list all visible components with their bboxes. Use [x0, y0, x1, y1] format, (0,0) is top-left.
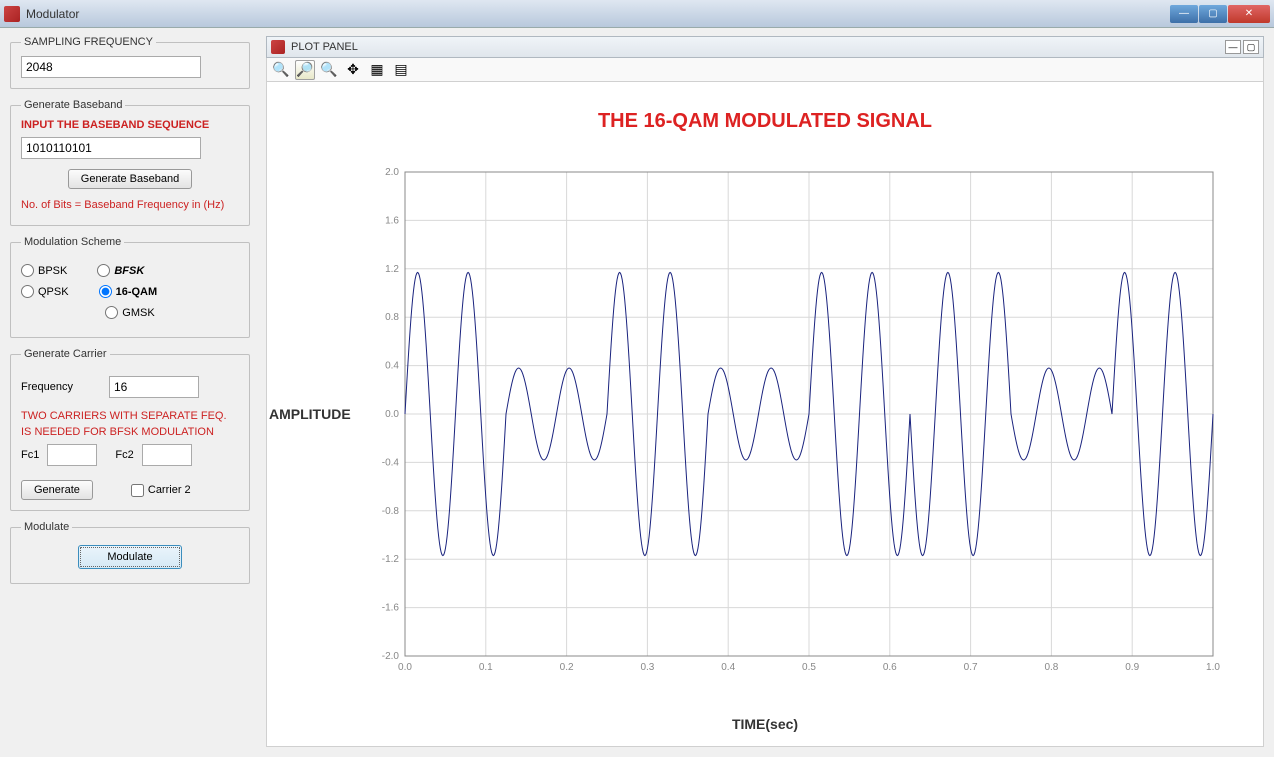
svg-text:0.4: 0.4 [385, 361, 399, 372]
svg-text:2.0: 2.0 [385, 167, 399, 178]
svg-text:0.0: 0.0 [385, 409, 399, 420]
fc1-label: Fc1 [21, 449, 39, 461]
svg-text:0.3: 0.3 [640, 662, 654, 673]
cursor-icon[interactable]: ▦ [367, 60, 387, 80]
svg-text:0.0: 0.0 [398, 662, 412, 673]
pan-icon[interactable]: ✥ [343, 60, 363, 80]
fc1-input[interactable] [47, 444, 97, 466]
radio-gmsk-input[interactable] [105, 306, 118, 319]
carrier-note-1: TWO CARRIERS WITH SEPARATE FEQ. [21, 410, 239, 422]
baseband-sequence-input[interactable] [21, 137, 201, 159]
window-controls: — ▢ ✕ [1170, 5, 1270, 23]
plot-window-titlebar: PLOT PANEL — ▢ [266, 36, 1264, 58]
radio-bpsk[interactable]: BPSK [21, 264, 67, 277]
minimize-button[interactable]: — [1170, 5, 1198, 23]
radio-bpsk-label: BPSK [38, 265, 67, 277]
plot-panel: PLOT PANEL — ▢ 🔍 🔎 🔍 ✥ ▦ ▤ THE 16-QAM MO… [260, 28, 1274, 757]
radio-bfsk-input[interactable] [97, 264, 110, 277]
fc2-input[interactable] [142, 444, 192, 466]
svg-text:-0.8: -0.8 [382, 506, 400, 517]
svg-text:0.6: 0.6 [883, 662, 897, 673]
radio-qpsk[interactable]: QPSK [21, 285, 69, 298]
grid-icon[interactable]: ▤ [391, 60, 411, 80]
generate-baseband-button[interactable]: Generate Baseband [68, 169, 192, 189]
generate-carrier-button[interactable]: Generate [21, 480, 93, 500]
sampling-frequency-input[interactable] [21, 56, 201, 78]
plot-body: THE 16-QAM MODULATED SIGNAL AMPLITUDE TI… [266, 82, 1264, 747]
carrier-note-2: IS NEEDED FOR BFSK MODULATION [21, 426, 239, 438]
baseband-legend: Generate Baseband [21, 99, 125, 111]
baseband-note: No. of Bits = Baseband Frequency in (Hz) [21, 199, 239, 211]
carrier-legend: Generate Carrier [21, 348, 110, 360]
svg-text:0.2: 0.2 [560, 662, 574, 673]
frequency-label: Frequency [21, 381, 101, 393]
svg-text:0.9: 0.9 [1125, 662, 1139, 673]
svg-text:0.7: 0.7 [964, 662, 978, 673]
carrier-frequency-input[interactable] [109, 376, 199, 398]
sampling-legend: SAMPLING FREQUENCY [21, 36, 156, 48]
plot-window-title: PLOT PANEL [291, 41, 1223, 53]
plot-maximize-button[interactable]: ▢ [1243, 40, 1259, 54]
sampling-frequency-group: SAMPLING FREQUENCY [10, 36, 250, 89]
modulate-group: Modulate Modulate [10, 521, 250, 584]
radio-bpsk-input[interactable] [21, 264, 34, 277]
svg-text:0.1: 0.1 [479, 662, 493, 673]
svg-text:-2.0: -2.0 [382, 651, 400, 662]
carrier2-checkbox-label: Carrier 2 [148, 484, 191, 496]
svg-text:0.8: 0.8 [385, 312, 399, 323]
java-app-icon [4, 6, 20, 22]
chart-ylabel: AMPLITUDE [269, 406, 351, 422]
modulation-scheme-group: Modulation Scheme BPSK BFSK QPSK 16-QAM … [10, 236, 250, 338]
svg-text:0.5: 0.5 [802, 662, 816, 673]
radio-16qam[interactable]: 16-QAM [99, 285, 158, 298]
generate-baseband-group: Generate Baseband INPUT THE BASEBAND SEQ… [10, 99, 250, 226]
svg-text:-0.4: -0.4 [382, 457, 400, 468]
radio-bfsk[interactable]: BFSK [97, 264, 144, 277]
modulate-button[interactable]: Modulate [78, 545, 181, 569]
maximize-button[interactable]: ▢ [1199, 5, 1227, 23]
generate-carrier-group: Generate Carrier Frequency TWO CARRIERS … [10, 348, 250, 511]
radio-16qam-input[interactable] [99, 285, 112, 298]
chart-canvas: 0.0 0.1 0.2 0.3 0.4 0.5 0.6 0.7 0.8 0.9 1.0 -2.0 -1.… [357, 162, 1223, 686]
radio-gmsk[interactable]: GMSK [105, 306, 154, 319]
radio-qpsk-label: QPSK [38, 286, 69, 298]
radio-qpsk-input[interactable] [21, 285, 34, 298]
baseband-prompt: INPUT THE BASEBAND SEQUENCE [21, 119, 239, 131]
zoom-in-icon[interactable]: 🔍 [271, 60, 291, 80]
svg-text:0.4: 0.4 [721, 662, 735, 673]
chart-xlabel: TIME(sec) [732, 716, 798, 732]
carrier2-checkbox[interactable]: Carrier 2 [131, 484, 191, 497]
plot-toolbar: 🔍 🔎 🔍 ✥ ▦ ▤ [266, 58, 1264, 82]
scheme-legend: Modulation Scheme [21, 236, 124, 248]
zoom-box-icon[interactable]: 🔎 [295, 60, 315, 80]
carrier2-checkbox-input[interactable] [131, 484, 144, 497]
svg-text:1.0: 1.0 [1206, 662, 1220, 673]
modulate-legend: Modulate [21, 521, 72, 533]
radio-16qam-label: 16-QAM [116, 286, 158, 298]
radio-gmsk-label: GMSK [122, 307, 154, 319]
fc2-label: Fc2 [115, 449, 133, 461]
svg-text:0.8: 0.8 [1044, 662, 1058, 673]
svg-text:1.2: 1.2 [385, 264, 399, 275]
window-title: Modulator [26, 7, 1170, 21]
svg-text:-1.6: -1.6 [382, 603, 400, 614]
radio-bfsk-label: BFSK [114, 265, 144, 277]
svg-text:1.6: 1.6 [385, 215, 399, 226]
window-titlebar: Modulator — ▢ ✕ [0, 0, 1274, 28]
java-app-icon [271, 40, 285, 54]
svg-text:-1.2: -1.2 [382, 554, 400, 565]
plot-minimize-button[interactable]: — [1225, 40, 1241, 54]
close-button[interactable]: ✕ [1228, 5, 1270, 23]
zoom-out-icon[interactable]: 🔍 [319, 60, 339, 80]
control-sidebar: SAMPLING FREQUENCY Generate Baseband INP… [0, 28, 260, 757]
chart-title: THE 16-QAM MODULATED SIGNAL [267, 110, 1263, 133]
